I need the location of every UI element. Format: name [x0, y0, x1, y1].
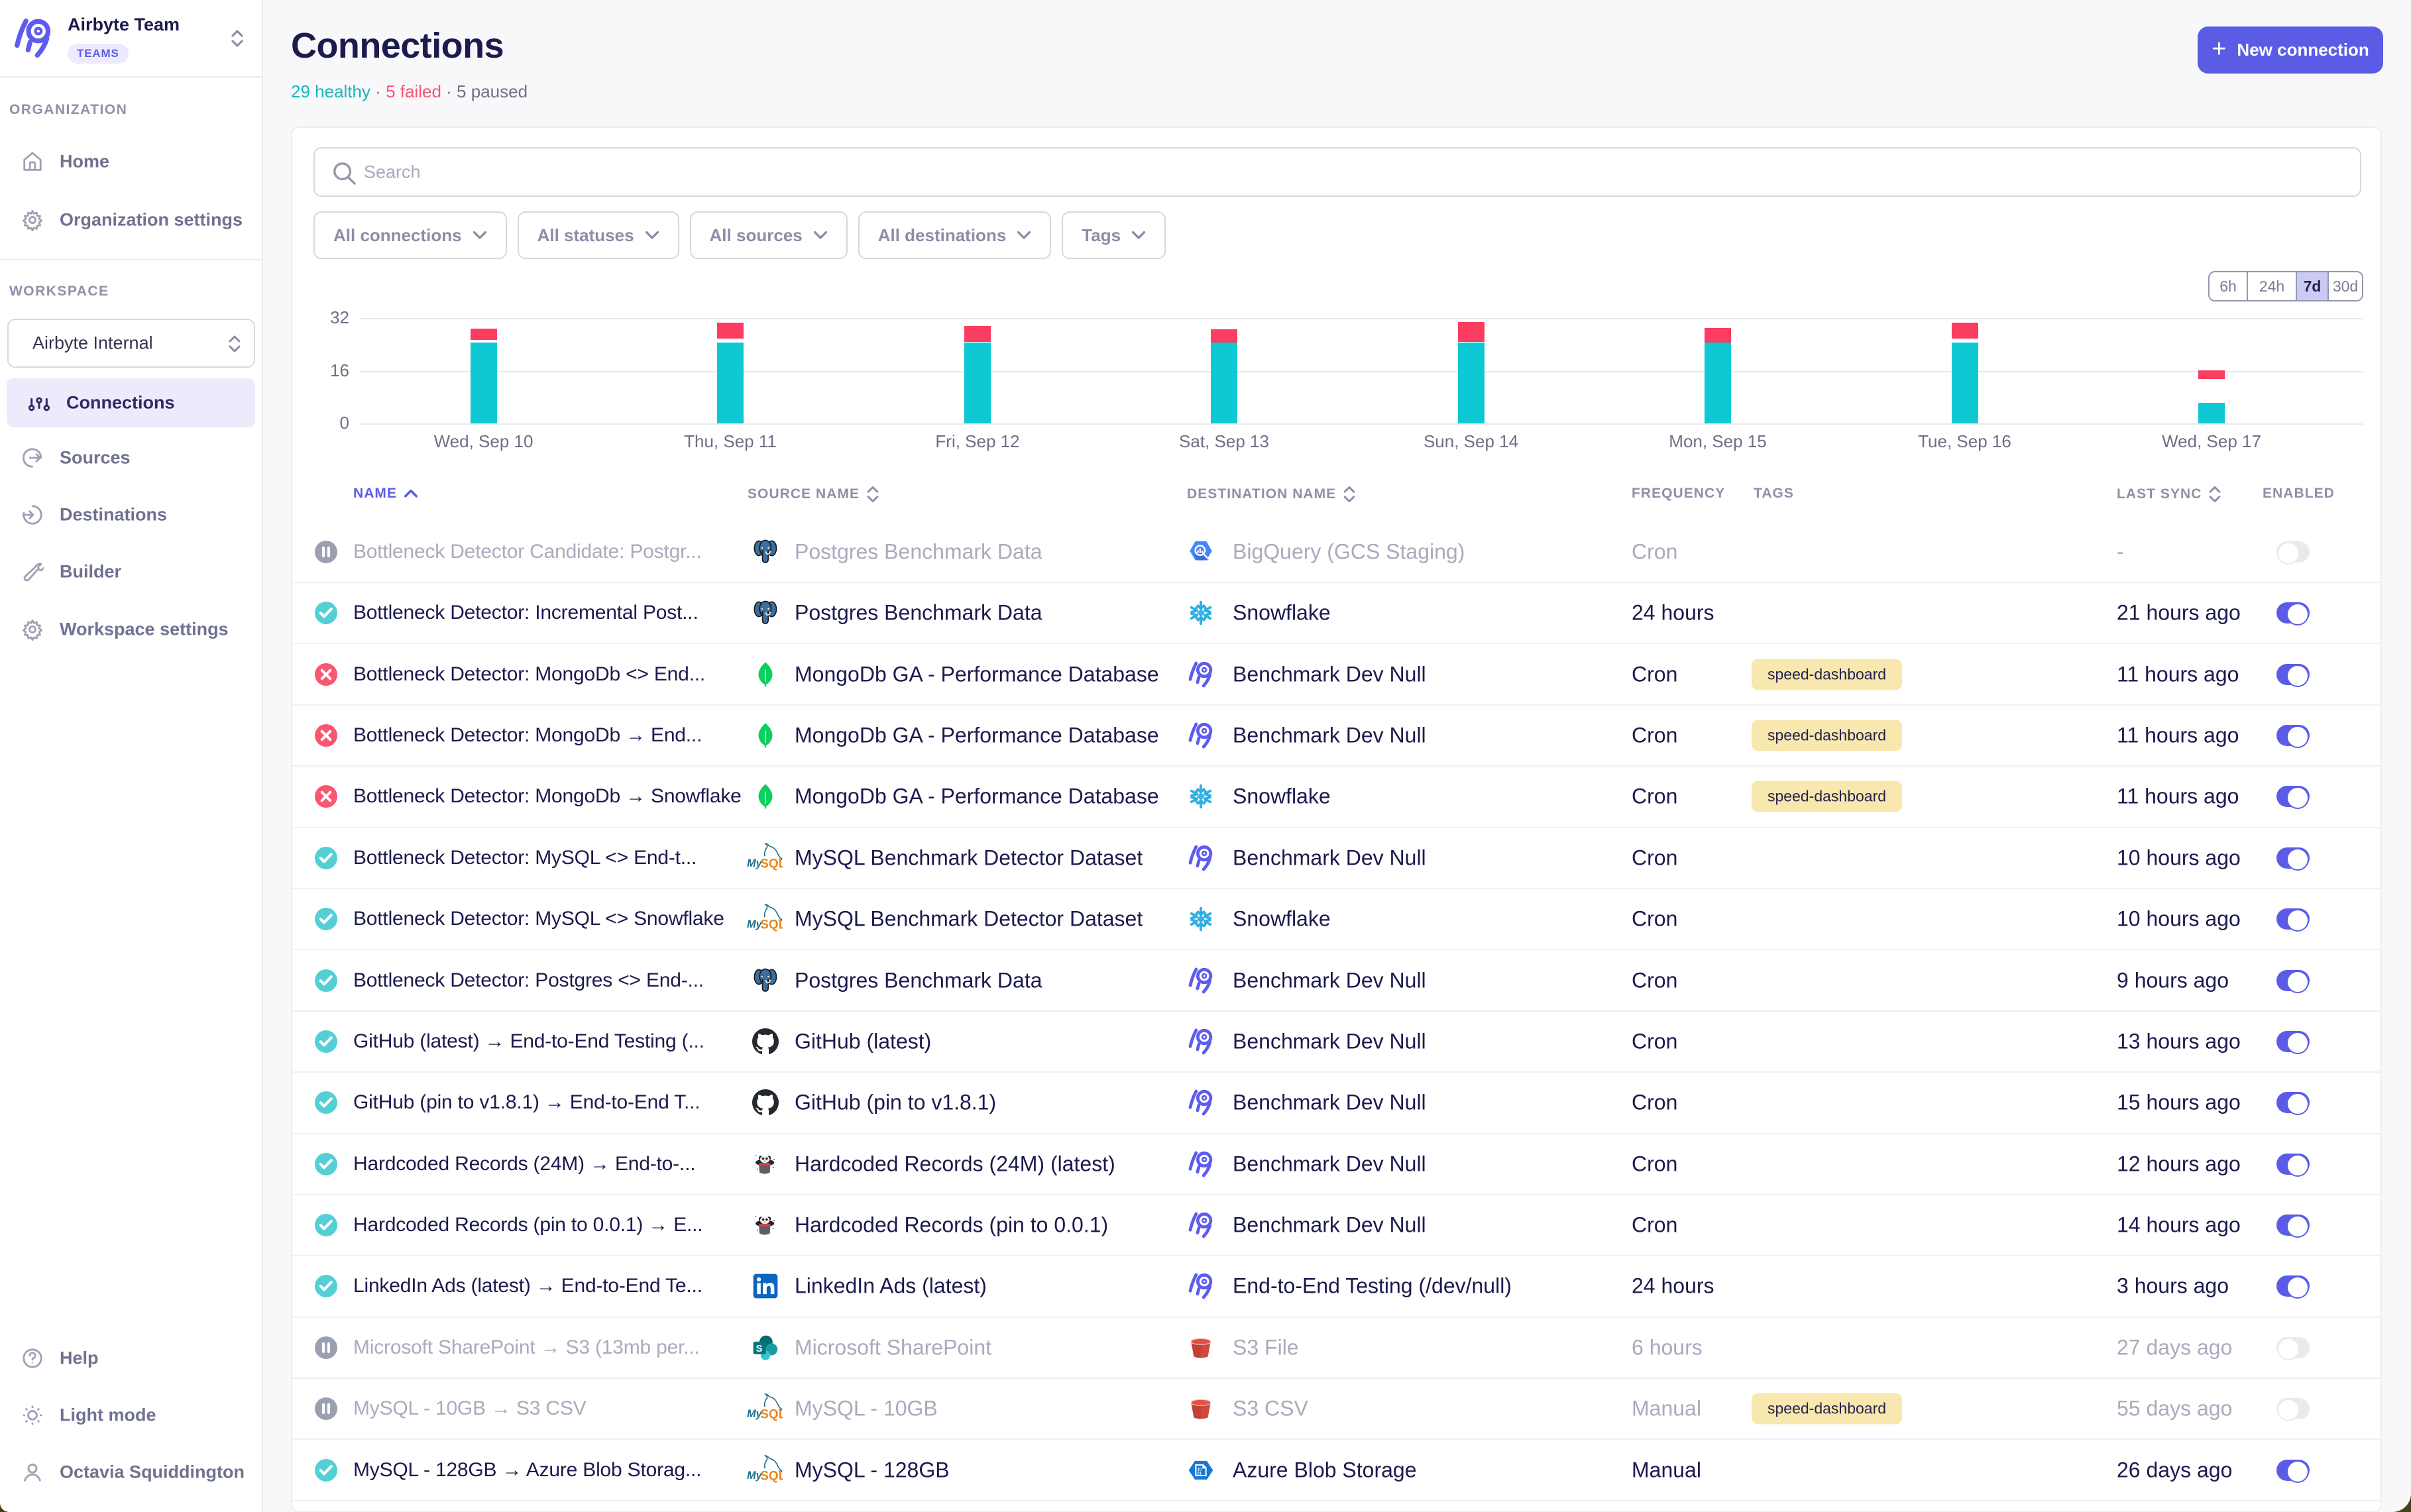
- svg-text:SQL: SQL: [760, 918, 783, 932]
- svg-text:01: 01: [1198, 1472, 1202, 1476]
- svg-text:SQL: SQL: [760, 857, 783, 871]
- svg-text:S: S: [756, 1344, 763, 1354]
- svg-text:SQL: SQL: [760, 1408, 783, 1422]
- svg-text:SQL: SQL: [760, 1469, 783, 1483]
